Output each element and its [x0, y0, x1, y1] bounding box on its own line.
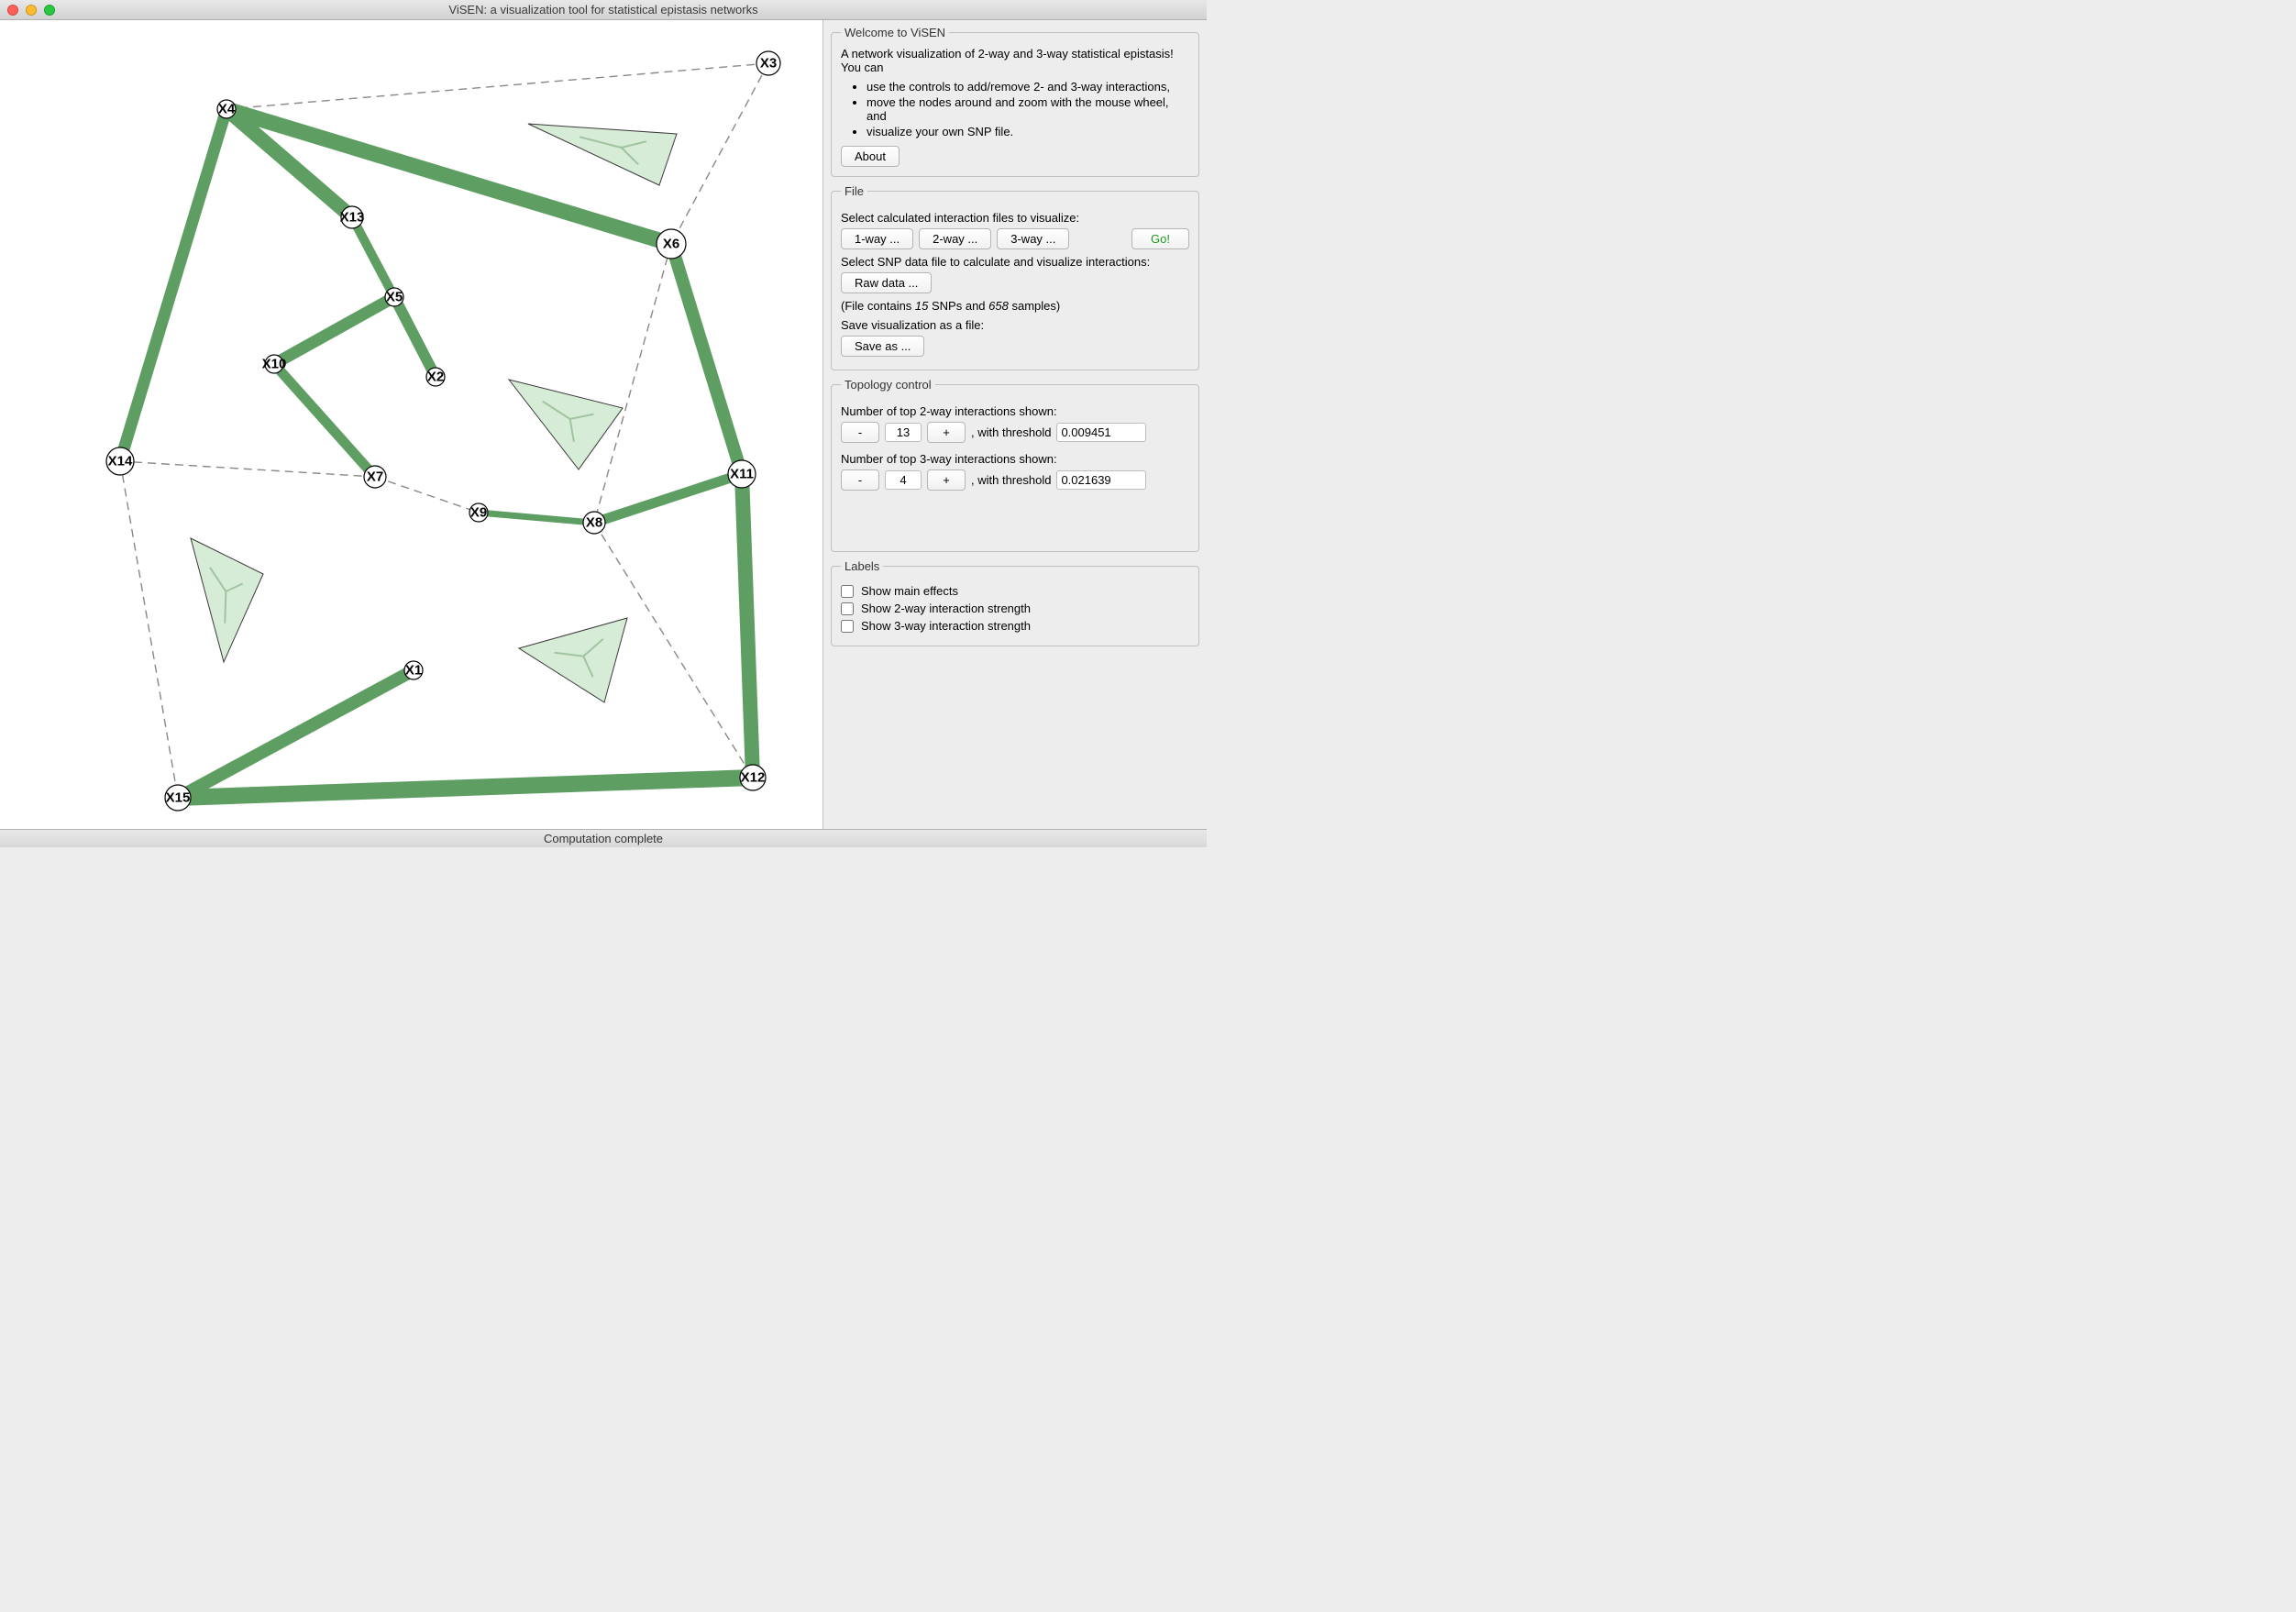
- one-way-button[interactable]: 1-way ...: [841, 228, 913, 249]
- save-as-button[interactable]: Save as ...: [841, 336, 924, 357]
- triangle-3way: [509, 380, 623, 469]
- show-2way-strength-checkbox[interactable]: [841, 602, 854, 615]
- file-save-label: Save visualization as a file:: [841, 318, 1189, 332]
- about-button[interactable]: About: [841, 146, 900, 167]
- file-legend: File: [841, 184, 867, 198]
- edge-2way: [742, 474, 753, 778]
- node-label: X15: [166, 790, 191, 806]
- node-label: X2: [427, 370, 444, 385]
- sidebar: Welcome to ViSEN A network visualization…: [823, 20, 1207, 829]
- show-3way-strength-label: Show 3-way interaction strength: [861, 619, 1031, 633]
- node-label: X1: [405, 663, 422, 679]
- two-way-increment-button[interactable]: +: [927, 422, 966, 443]
- node-label: X14: [108, 454, 133, 469]
- edge-2way: [594, 474, 742, 523]
- status-bar: Computation complete: [0, 829, 1207, 847]
- edge-2way: [671, 244, 742, 474]
- topology-panel: Topology control Number of top 2-way int…: [831, 378, 1199, 552]
- file-panel: File Select calculated interaction files…: [831, 184, 1199, 370]
- two-way-count-input[interactable]: [885, 423, 922, 442]
- edge-dashed: [594, 244, 671, 523]
- node-label: X7: [367, 469, 383, 485]
- edge-dashed: [120, 461, 375, 477]
- three-way-count-input[interactable]: [885, 470, 922, 490]
- status-text: Computation complete: [544, 832, 663, 845]
- file-select-interaction-label: Select calculated interaction files to v…: [841, 211, 1189, 225]
- triangle-3way: [191, 538, 263, 662]
- edge-dashed: [226, 63, 768, 109]
- node-label: X9: [470, 505, 487, 521]
- go-button[interactable]: Go!: [1131, 228, 1189, 249]
- edge-2way: [274, 364, 375, 477]
- three-way-button[interactable]: 3-way ...: [997, 228, 1069, 249]
- edge-2way: [274, 297, 394, 364]
- welcome-legend: Welcome to ViSEN: [841, 26, 949, 39]
- triangle-3way: [528, 124, 677, 185]
- network-canvas[interactable]: X1 X2 X3 X4 X5 X6 X7 X8 X9 X10 X11 X12 X13 X14 X15: [0, 20, 823, 829]
- node-label: X12: [741, 770, 766, 786]
- node-label: X5: [386, 290, 403, 305]
- node-label: X6: [663, 237, 679, 252]
- show-main-effects-label: Show main effects: [861, 584, 958, 598]
- edge-2way: [178, 778, 753, 798]
- edge-dashed: [671, 63, 768, 244]
- two-way-decrement-button[interactable]: -: [841, 422, 879, 443]
- edge-2way: [479, 513, 594, 523]
- show-2way-strength-label: Show 2-way interaction strength: [861, 602, 1031, 615]
- welcome-bullet: visualize your own SNP file.: [867, 125, 1189, 138]
- labels-legend: Labels: [841, 559, 883, 573]
- node-label: X8: [586, 515, 602, 531]
- show-main-effects-checkbox[interactable]: [841, 585, 854, 598]
- file-info: (File contains 15 SNPs and 658 samples): [841, 299, 1189, 313]
- two-way-button[interactable]: 2-way ...: [919, 228, 991, 249]
- topology-legend: Topology control: [841, 378, 935, 392]
- edge-2way: [352, 217, 394, 297]
- two-way-threshold-input[interactable]: [1056, 423, 1146, 442]
- edge-2way: [394, 297, 436, 377]
- edge-2way: [120, 109, 226, 461]
- labels-panel: Labels Show main effects Show 2-way inte…: [831, 559, 1199, 646]
- window-title: ViSEN: a visualization tool for statisti…: [0, 3, 1207, 17]
- welcome-intro: A network visualization of 2-way and 3-w…: [841, 47, 1189, 74]
- two-way-threshold-label: , with threshold: [971, 425, 1051, 439]
- raw-data-button[interactable]: Raw data ...: [841, 272, 932, 293]
- three-way-threshold-input[interactable]: [1056, 470, 1146, 490]
- three-way-decrement-button[interactable]: -: [841, 469, 879, 491]
- welcome-panel: Welcome to ViSEN A network visualization…: [831, 26, 1199, 177]
- welcome-bullet: move the nodes around and zoom with the …: [867, 95, 1189, 123]
- window-titlebar: ViSEN: a visualization tool for statisti…: [0, 0, 1207, 20]
- welcome-bullet: use the controls to add/remove 2- and 3-…: [867, 80, 1189, 94]
- topology-2way-label: Number of top 2-way interactions shown:: [841, 404, 1189, 418]
- node-label: X10: [262, 357, 287, 372]
- node-label: X4: [218, 102, 236, 117]
- edge-dashed: [375, 477, 479, 513]
- topology-3way-label: Number of top 3-way interactions shown:: [841, 452, 1189, 466]
- node-label: X13: [340, 210, 365, 226]
- edge-2way: [178, 670, 414, 798]
- triangle-3way: [519, 618, 627, 702]
- node-label: X3: [760, 56, 777, 72]
- edge-dashed: [120, 461, 178, 798]
- three-way-increment-button[interactable]: +: [927, 469, 966, 491]
- three-way-threshold-label: , with threshold: [971, 473, 1051, 487]
- show-3way-strength-checkbox[interactable]: [841, 620, 854, 633]
- file-select-snp-label: Select SNP data file to calculate and vi…: [841, 255, 1189, 269]
- node-label: X11: [730, 467, 754, 482]
